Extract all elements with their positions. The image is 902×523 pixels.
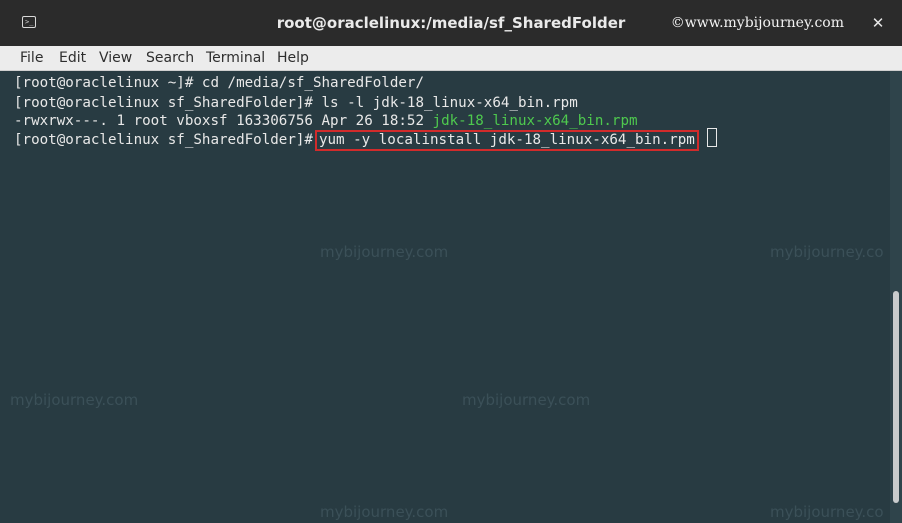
text-cursor [706,128,717,147]
terminal-window: >_ root@oraclelinux:/media/sf_SharedFold… [0,0,902,523]
menu-item-edit[interactable]: Edit [59,50,86,66]
title-bar[interactable]: >_ root@oraclelinux:/media/sf_SharedFold… [0,0,902,46]
background-watermark: mybijourney.co [770,243,884,261]
terminal-line: [root@oraclelinux ~]# cd /media/sf_Share… [14,75,424,91]
shell-prompt: [root@oraclelinux sf_SharedFolder]# [14,132,313,148]
terminal-output[interactable]: mybijourney.com mybijourney.co mybijourn… [0,71,890,523]
close-icon: ✕ [871,14,885,32]
menu-item-search[interactable]: Search [146,50,194,66]
menu-item-file[interactable]: File [20,50,43,66]
menu-bar: File Edit View Search Terminal Help [0,46,902,71]
background-watermark: mybijourney.com [462,391,591,409]
scrollbar-thumb[interactable] [893,291,899,503]
file-listing: -rwxrwx---. 1 root vboxsf 163306756 Apr … [14,113,433,129]
rpm-filename: jdk-18_linux-x64_bin.rpm [432,113,638,129]
terminal-line: [root@oraclelinux sf_SharedFolder]# yum -… [14,128,717,151]
terminal-line: [root@oraclelinux sf_SharedFolder]# ls -… [14,95,578,111]
background-watermark: mybijourney.com [320,243,449,261]
menu-item-terminal[interactable]: Terminal [206,50,265,66]
close-button[interactable]: ✕ [866,11,890,35]
scrollbar[interactable] [890,71,902,523]
background-watermark: mybijourney.co [770,503,884,521]
menu-item-help[interactable]: Help [277,50,309,66]
highlighted-command: yum -y localinstall jdk-18_linux-x64_bin… [314,130,699,151]
watermark-text: ©www.mybijourney.com [670,15,844,31]
background-watermark: mybijourney.com [10,391,139,409]
menu-item-view[interactable]: View [99,50,132,66]
background-watermark: mybijourney.com [320,503,449,521]
